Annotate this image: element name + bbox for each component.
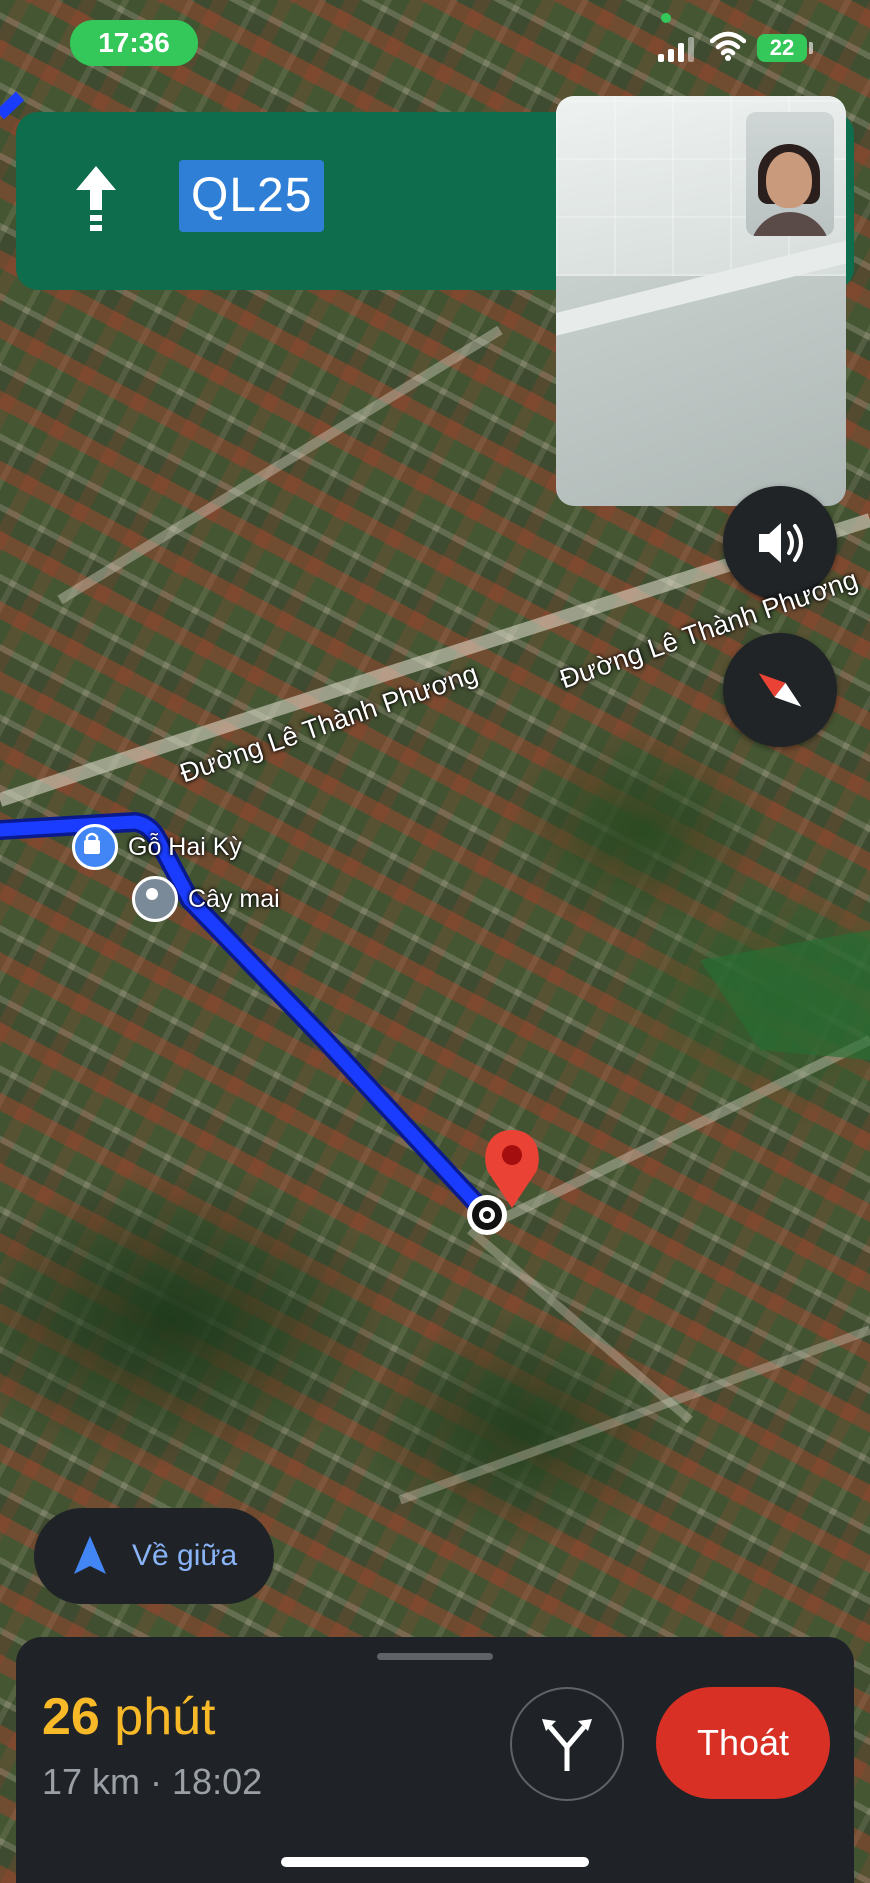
eta-minutes: 26: [42, 1688, 100, 1746]
eta: 26 phút: [42, 1687, 216, 1747]
video-call-pip[interactable]: [556, 96, 846, 506]
exit-button[interactable]: Thoát: [656, 1687, 830, 1799]
wifi-icon: [710, 31, 746, 61]
battery-tip: [809, 42, 813, 54]
alternate-routes-button[interactable]: [510, 1687, 624, 1801]
alternate-routes-icon: [542, 1719, 592, 1771]
poi-go-hai-ky[interactable]: Gỗ Hai Kỳ: [72, 824, 242, 870]
poi-cay-mai[interactable]: Cây mai: [132, 876, 280, 922]
status-time[interactable]: 17:36: [70, 20, 198, 66]
route-badge: QL25: [179, 160, 325, 232]
compass-icon: [758, 673, 802, 707]
sheet-drag-handle[interactable]: [377, 1653, 493, 1660]
trip-details: 17 km · 18:02: [42, 1761, 263, 1802]
current-location-marker: [467, 1195, 507, 1235]
pip-self-view[interactable]: [746, 112, 834, 236]
straight-arrow-icon: [76, 166, 116, 231]
camera-in-use-dot: [661, 13, 671, 23]
poi-label: Cây mai: [188, 884, 280, 913]
recenter-label: Về giữa: [132, 1539, 238, 1572]
navigation-arrow-icon: [74, 1536, 106, 1574]
compass-button[interactable]: [723, 633, 837, 747]
status-bar: 17:36 22: [0, 0, 870, 96]
home-indicator[interactable]: [281, 1857, 589, 1867]
cellular-signal-icon: [658, 34, 694, 62]
shopping-bag-pin-icon: [72, 824, 118, 870]
poi-label: Gỗ Hai Kỳ: [128, 832, 242, 861]
location-pin-icon: [132, 876, 178, 922]
pip-person-face: [766, 152, 812, 208]
eta-unit: phút: [114, 1688, 216, 1746]
trip-summary-sheet[interactable]: 26 phút 17 km · 18:02 Thoát: [16, 1637, 854, 1883]
battery-icon: 22: [757, 34, 807, 62]
recenter-button[interactable]: Về giữa: [34, 1508, 274, 1604]
pip-person-body: [750, 212, 830, 236]
